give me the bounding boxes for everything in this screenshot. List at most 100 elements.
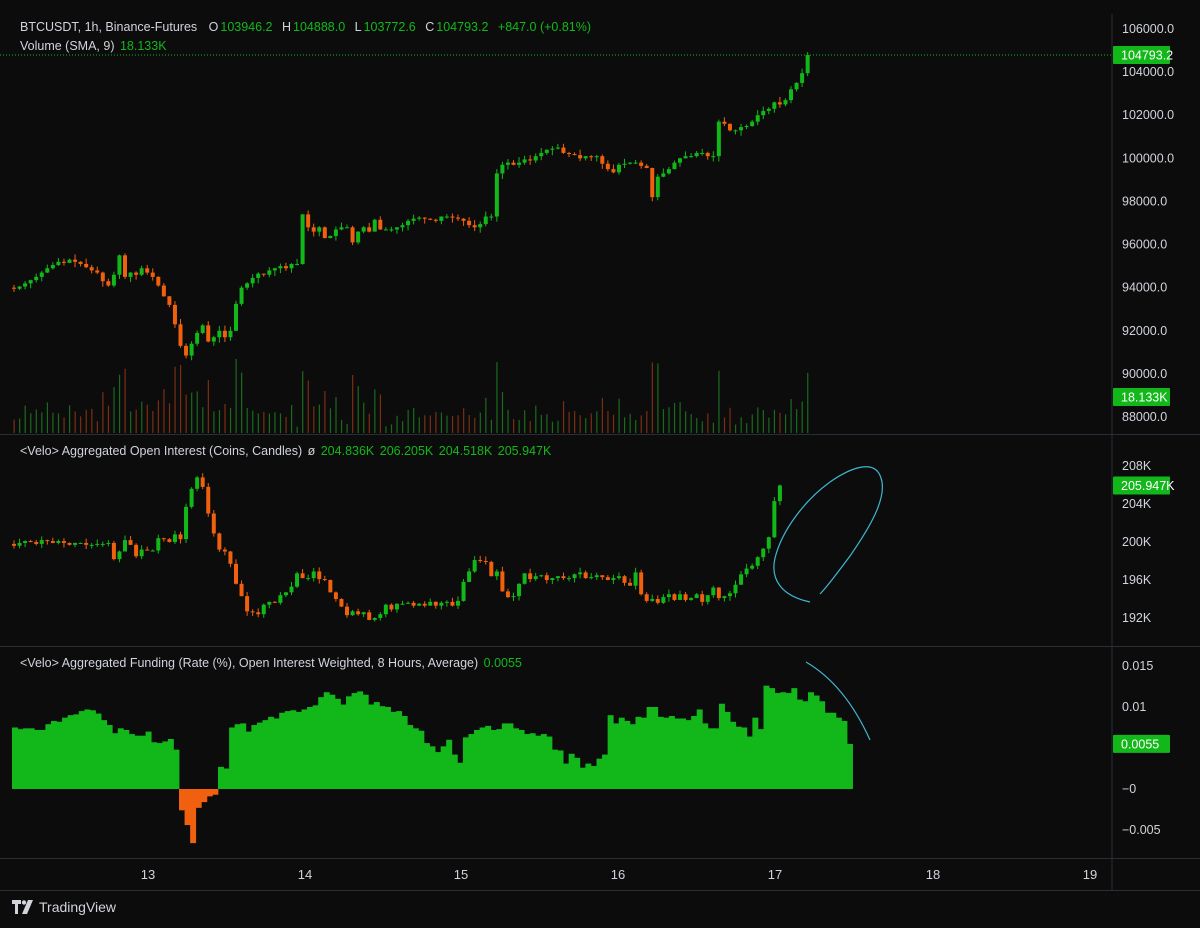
volume-bar: [601, 397, 603, 433]
oi-candle-body: [272, 601, 277, 603]
oi-candle-body: [528, 573, 533, 580]
volume-label[interactable]: Volume (SMA, 9): [20, 39, 114, 53]
price-candle-body: [12, 287, 16, 289]
oi-candle-body: [178, 534, 183, 540]
oi-candle-body: [467, 571, 472, 582]
price-tick-label: 104000.0: [1122, 65, 1174, 79]
funding-bar: [440, 746, 447, 789]
oi-tick-label: 204K: [1122, 497, 1152, 511]
volume-bar: [801, 401, 803, 433]
volume-bar: [585, 417, 587, 433]
price-candle-body: [222, 330, 227, 338]
volume-bar: [174, 366, 176, 433]
funding-bar: [412, 728, 419, 789]
close-value: 104793.2: [436, 20, 489, 34]
funding-bar: [474, 729, 480, 789]
price-candle-body: [739, 127, 744, 131]
open-interest-candles: [12, 473, 782, 622]
open-interest-label[interactable]: <Velo> Aggregated Open Interest (Coins, …: [20, 444, 302, 458]
volume-bar: [557, 420, 559, 433]
volume-bar: [640, 415, 642, 433]
oi-candle-body: [17, 542, 22, 546]
symbol-info[interactable]: BTCUSDT, 1h, Binance-Futures: [20, 20, 197, 34]
volume-bar: [635, 420, 637, 433]
price-candle-body: [422, 217, 427, 219]
price-tick-label: 100000.0: [1122, 151, 1174, 165]
volume-bar: [168, 403, 171, 433]
funding-bar: [763, 685, 770, 789]
price-candle-body: [267, 270, 272, 275]
funding-bar: [485, 725, 492, 789]
price-candle-body: [678, 158, 682, 163]
volume-bar: [379, 394, 381, 433]
funding-bar: [384, 707, 391, 789]
oi-candle-body: [605, 577, 610, 580]
volume-bar: [57, 413, 60, 433]
volume-bar: [790, 399, 792, 433]
price-scale[interactable]: 106000.0 104000.0 102000.0 100000.0 98000.0 9…: [1122, 22, 1174, 837]
oi-candle-body: [322, 579, 327, 581]
funding-bar: [234, 724, 241, 789]
funding-bar: [657, 716, 664, 789]
price-candle-body: [689, 156, 694, 158]
volume-bar: [701, 421, 703, 433]
volume-bar: [574, 411, 576, 433]
volume-bar: [784, 414, 787, 433]
low-value: 103772.6: [363, 20, 416, 34]
volume-bar: [157, 400, 159, 433]
price-candle-body: [361, 227, 366, 232]
funding-bar: [629, 724, 636, 789]
oi-candle-body: [600, 575, 605, 578]
funding-bar: [39, 729, 46, 789]
volume-bar: [396, 415, 398, 433]
volume-bar: [685, 411, 687, 433]
price-candle-body: [34, 276, 39, 281]
funding-bar: [45, 724, 52, 789]
oi-candle-body: [578, 572, 583, 575]
volume-bar: [807, 372, 809, 433]
funding-tick-label: 0.01: [1122, 700, 1146, 714]
volume-bar: [729, 407, 731, 433]
oi-tick-label: 192K: [1122, 611, 1152, 625]
tradingview-brand[interactable]: TradingView: [12, 899, 116, 915]
oi-candle-body: [450, 601, 455, 606]
price-candle-body: [472, 225, 477, 228]
oi-candle-body: [417, 603, 422, 606]
volume-bar: [413, 407, 415, 433]
funding-bar: [841, 720, 848, 789]
price-candle-body: [705, 152, 710, 157]
volume-bar: [407, 409, 409, 433]
oi-candle-body: [711, 587, 716, 596]
volume-bar: [768, 417, 770, 433]
oi-candle-body: [683, 594, 688, 600]
volume-bar: [185, 394, 187, 433]
oi-candle-body: [761, 548, 766, 558]
price-candle-body: [256, 273, 261, 278]
oi-candle-body: [145, 549, 150, 551]
volume-bar: [646, 411, 648, 433]
oi-candle-body: [200, 477, 205, 487]
oi-candle-body: [716, 587, 721, 599]
volume-bar: [218, 410, 221, 433]
time-scale[interactable]: 13 14 15 16 17 18 19: [141, 867, 1097, 882]
funding-bar: [346, 696, 352, 789]
oi-candle-body: [267, 601, 272, 605]
chart-canvas[interactable]: 106000.0 104000.0 102000.0 100000.0 98000.0 9…: [0, 0, 1200, 928]
oi-candle-body: [56, 541, 61, 543]
funding-bar: [824, 712, 831, 789]
price-candle-body: [389, 229, 394, 231]
oi-candle-body: [156, 538, 161, 551]
oi-candle-body: [300, 573, 305, 579]
oi-candle-body: [633, 572, 638, 586]
funding-bar: [607, 715, 614, 789]
funding-bar: [557, 750, 564, 789]
price-candle-body: [522, 159, 527, 163]
funding-bar: [167, 738, 174, 789]
volume-bar: [568, 411, 570, 433]
volume-bar: [196, 391, 198, 433]
oi-candle-body: [295, 573, 300, 587]
oi-candle-body: [100, 543, 105, 545]
funding-label[interactable]: <Velo> Aggregated Funding (Rate (%), Ope…: [20, 656, 478, 670]
price-candle-body: [161, 285, 166, 297]
price-candle-body: [367, 227, 372, 232]
